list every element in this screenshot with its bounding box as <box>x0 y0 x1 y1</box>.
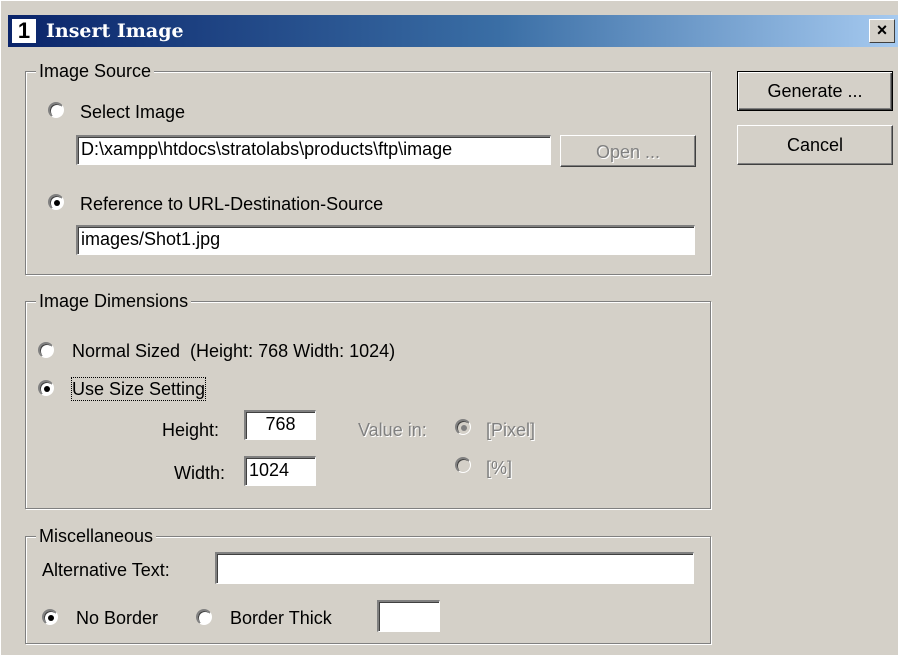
open-button[interactable]: Open ... <box>560 135 696 167</box>
pixel-unit-label[interactable]: [Pixel] <box>486 419 535 441</box>
no-border-radio[interactable] <box>42 609 58 625</box>
dialog-title: Insert Image <box>46 20 184 42</box>
image-source-group: Image Source Select Image D:\xampp\htdoc… <box>25 60 711 275</box>
use-size-radio[interactable] <box>38 380 54 396</box>
miscellaneous-group: Miscellaneous Alternative Text: No Borde… <box>25 525 711 644</box>
url-reference-label[interactable]: Reference to URL-Destination-Source <box>80 193 383 215</box>
select-image-radio[interactable] <box>48 102 64 118</box>
height-input[interactable]: 768 <box>244 410 316 440</box>
url-input[interactable]: images/Shot1.jpg <box>76 225 695 255</box>
select-image-label[interactable]: Select Image <box>80 101 185 123</box>
value-in-label: Value in: <box>358 420 427 440</box>
cancel-button[interactable]: Cancel <box>737 125 893 165</box>
normal-sized-label[interactable]: Normal Sized (Height: 768 Width: 1024) <box>72 340 395 362</box>
miscellaneous-legend: Miscellaneous <box>36 525 157 547</box>
use-size-label[interactable]: Use Size Setting <box>70 377 207 401</box>
normal-sized-radio[interactable] <box>38 342 54 358</box>
alt-text-label: Alternative Text: <box>42 560 170 580</box>
title-bar[interactable]: 1 Insert Image × <box>8 15 898 47</box>
image-dimensions-group: Image Dimensions Normal Sized (Height: 7… <box>25 290 711 509</box>
generate-button[interactable]: Generate ... <box>737 71 893 111</box>
width-label: Width: <box>174 463 226 483</box>
height-label: Height: <box>162 420 220 440</box>
border-thick-label[interactable]: Border Thick <box>230 607 332 629</box>
image-source-legend: Image Source <box>36 60 155 82</box>
width-input[interactable]: 1024 <box>244 456 316 486</box>
file-path-field[interactable]: D:\xampp\htdocs\stratolabs\products\ftp\… <box>76 135 551 165</box>
url-reference-radio[interactable] <box>48 194 64 210</box>
app-icon: 1 <box>12 19 36 43</box>
pixel-unit-radio[interactable] <box>455 419 471 435</box>
insert-image-dialog: 1 Insert Image × Image Source Select Ima… <box>0 0 898 655</box>
border-thick-input[interactable] <box>377 600 440 632</box>
no-border-label[interactable]: No Border <box>76 607 158 629</box>
image-dimensions-legend: Image Dimensions <box>36 290 192 312</box>
percent-unit-radio[interactable] <box>455 457 471 473</box>
percent-unit-label[interactable]: [%] <box>486 457 512 479</box>
alt-text-input[interactable] <box>215 552 694 584</box>
close-button[interactable]: × <box>869 19 895 43</box>
border-thick-radio[interactable] <box>196 609 212 625</box>
